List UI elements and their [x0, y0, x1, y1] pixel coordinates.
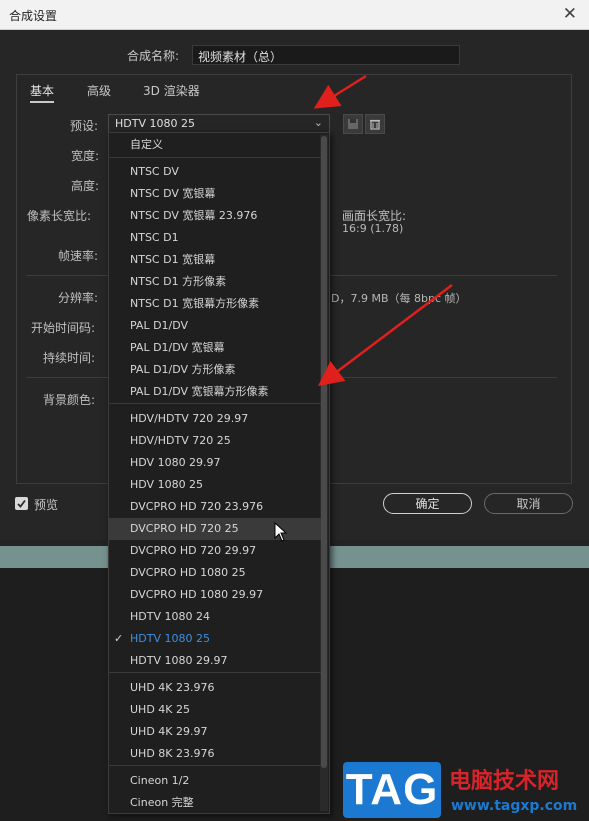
dropdown-item[interactable]: NTSC D1 方形像素 — [109, 271, 321, 293]
resolution-info: D，7.9 MB（每 8bpc 帧） — [331, 292, 467, 305]
dropdown-item[interactable]: UHD 4K 25 — [109, 699, 321, 721]
dropdown-item-label: HDTV 1080 25 — [130, 632, 210, 645]
tab-3d-renderer[interactable]: 3D 渲染器 — [143, 82, 200, 99]
ok-button[interactable]: 确定 — [383, 493, 472, 514]
dropdown-item[interactable]: Cineon 1/2 — [109, 770, 321, 792]
dropdown-item[interactable]: Cineon 完整 — [109, 792, 321, 814]
comp-name-label: 合成名称: — [127, 49, 180, 63]
preset-label: 预设: — [70, 119, 99, 133]
dropdown-item[interactable]: PAL D1/DV 宽银幕方形像素 — [109, 381, 321, 403]
dropdown-item[interactable]: NTSC D1 宽银幕方形像素 — [109, 293, 321, 315]
watermark-logo: TAG — [343, 762, 441, 818]
close-icon[interactable]: ✕ — [563, 4, 577, 24]
trash-icon — [370, 119, 380, 130]
dropdown-item[interactable]: HDTV 1080 24 — [109, 606, 321, 628]
dropdown-item[interactable]: PAL D1/DV 宽银幕 — [109, 337, 321, 359]
width-label: 宽度: — [71, 149, 100, 163]
dropdown-item[interactable]: DVCPRO HD 1080 29.97 — [109, 584, 321, 606]
tab-advanced[interactable]: 高级 — [87, 82, 111, 99]
start-timecode-label: 开始时间码: — [31, 321, 96, 335]
duration-label: 持续时间: — [43, 351, 96, 365]
dropdown-item[interactable]: UHD 4K 23.976 — [109, 677, 321, 699]
dropdown-item[interactable]: UHD 4K 29.97 — [109, 721, 321, 743]
dropdown-item[interactable]: NTSC D1 — [109, 227, 321, 249]
background-color-label: 背景颜色: — [43, 393, 96, 407]
dropdown-item[interactable]: PAL D1/DV — [109, 315, 321, 337]
dropdown-item[interactable]: DVCPRO HD 720 29.97 — [109, 540, 321, 562]
dropdown-item[interactable]: NTSC DV 宽银幕 23.976 — [109, 205, 321, 227]
height-label: 高度: — [71, 179, 100, 193]
dropdown-scroll-thumb[interactable] — [321, 136, 327, 768]
save-preset-button[interactable] — [343, 114, 363, 134]
delete-preset-button[interactable] — [365, 114, 385, 134]
watermark: TAG 电脑技术网 www.tagxp.com — [343, 760, 589, 821]
dropdown-item[interactable]: HDV/HDTV 720 29.97 — [109, 408, 321, 430]
chevron-down-icon: ⌄ — [313, 116, 323, 129]
dropdown-separator — [109, 403, 321, 404]
dropdown-item[interactable]: DVCPRO HD 720 23.976 — [109, 496, 321, 518]
preview-label: 预览 — [34, 498, 59, 512]
preset-select[interactable]: HDTV 1080 25 ⌄ — [108, 114, 330, 134]
resolution-label: 分辨率: — [58, 291, 99, 305]
dropdown-item[interactable]: DVCPRO HD 720 25 — [109, 518, 321, 540]
dropdown-item[interactable]: HDTV 1080 29.97 — [109, 650, 321, 672]
frame-rate-label: 帧速率: — [58, 249, 99, 263]
tab-basic[interactable]: 基本 — [30, 82, 55, 103]
dropdown-item[interactable]: ✓ HDTV 1080 25 — [109, 628, 321, 650]
dropdown-item[interactable]: DVCPRO HD 1080 25 — [109, 562, 321, 584]
check-icon — [17, 499, 26, 508]
watermark-url: www.tagxp.com — [451, 798, 578, 814]
dropdown-item[interactable]: NTSC D1 宽银幕 — [109, 249, 321, 271]
dropdown-item[interactable]: 自定义 — [109, 134, 321, 156]
dropdown-separator — [109, 765, 321, 766]
title-bar: 合成设置 ✕ — [0, 0, 589, 30]
dropdown-item[interactable]: NTSC DV — [109, 161, 321, 183]
preset-dropdown-menu: 自定义 NTSC DV NTSC DV 宽银幕 NTSC DV 宽银幕 23.976 N… — [108, 132, 330, 814]
dropdown-item[interactable]: UHD 8K 23.976 — [109, 743, 321, 765]
dropdown-item[interactable]: HDV 1080 29.97 — [109, 452, 321, 474]
dropdown-separator — [109, 157, 321, 158]
dropdown-separator — [109, 672, 321, 673]
save-icon — [348, 119, 358, 129]
pixel-aspect-label: 像素长宽比: — [27, 209, 92, 223]
frame-aspect-value: 16:9 (1.78) — [342, 222, 404, 235]
comp-name-input[interactable]: 视频素材（总） — [192, 45, 460, 65]
watermark-title: 电脑技术网 — [449, 769, 560, 794]
dropdown-item[interactable]: HDV 1080 25 — [109, 474, 321, 496]
dropdown-item[interactable]: HDV/HDTV 720 25 — [109, 430, 321, 452]
mouse-cursor-icon — [274, 522, 288, 542]
cancel-button[interactable]: 取消 — [484, 493, 573, 514]
preview-checkbox[interactable] — [15, 497, 28, 510]
checkmark-icon: ✓ — [114, 632, 124, 645]
dropdown-item[interactable]: NTSC DV 宽银幕 — [109, 183, 321, 205]
window-title: 合成设置 — [9, 9, 58, 23]
dropdown-item[interactable]: PAL D1/DV 方形像素 — [109, 359, 321, 381]
preset-value: HDTV 1080 25 — [115, 117, 195, 130]
